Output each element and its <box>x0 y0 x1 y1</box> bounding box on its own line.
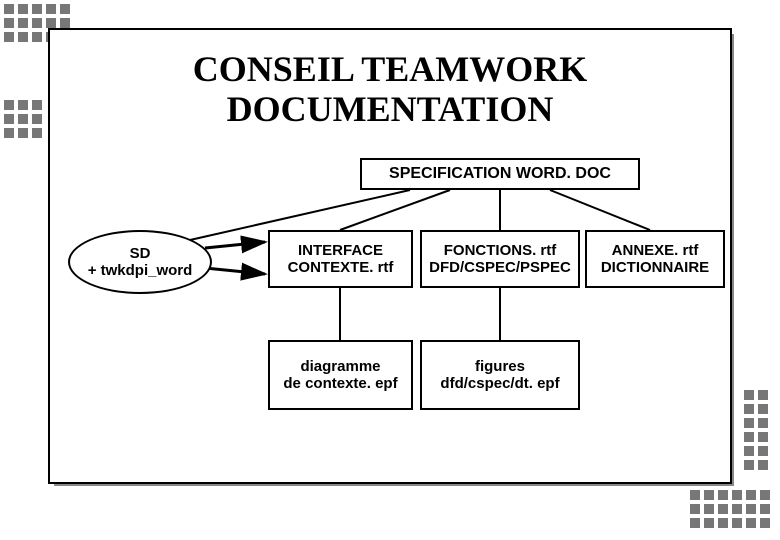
annexe-line2: DICTIONNAIRE <box>601 259 709 276</box>
fonctions-line2: DFD/CSPEC/PSPEC <box>429 259 571 276</box>
annexe-line1: ANNEXE. rtf <box>612 242 699 259</box>
box-figures: figures dfd/cspec/dt. epf <box>420 340 580 410</box>
title-line-2: DOCUMENTATION <box>227 89 554 129</box>
sd-line1: SD <box>130 245 151 262</box>
page-title: CONSEIL TEAMWORK DOCUMENTATION <box>50 50 730 129</box>
box-specification: SPECIFICATION WORD. DOC <box>360 158 640 190</box>
box-annexe: ANNEXE. rtf DICTIONNAIRE <box>585 230 725 288</box>
deco-right-mid <box>744 390 768 470</box>
spec-label: SPECIFICATION WORD. DOC <box>389 165 611 183</box>
sd-line2: + twkdpi_word <box>88 262 193 279</box>
box-interface: INTERFACE CONTEXTE. rtf <box>268 230 413 288</box>
ellipse-sd: SD + twkdpi_word <box>68 230 212 294</box>
interface-line1: INTERFACE <box>298 242 383 259</box>
interface-line2: CONTEXTE. rtf <box>288 259 394 276</box>
fig-line1: figures <box>475 358 525 375</box>
fonctions-line1: FONCTIONS. rtf <box>444 242 557 259</box>
box-diagramme: diagramme de contexte. epf <box>268 340 413 410</box>
diag-line2: de contexte. epf <box>283 375 397 392</box>
box-fonctions: FONCTIONS. rtf DFD/CSPEC/PSPEC <box>420 230 580 288</box>
diagram-frame: CONSEIL TEAMWORK DOCUMENTATION SPECIFICA… <box>48 28 732 484</box>
diag-line1: diagramme <box>300 358 380 375</box>
deco-bottom-right <box>690 490 770 528</box>
fig-line2: dfd/cspec/dt. epf <box>440 375 559 392</box>
title-line-1: CONSEIL TEAMWORK <box>193 49 587 89</box>
deco-left-mid <box>4 100 42 138</box>
